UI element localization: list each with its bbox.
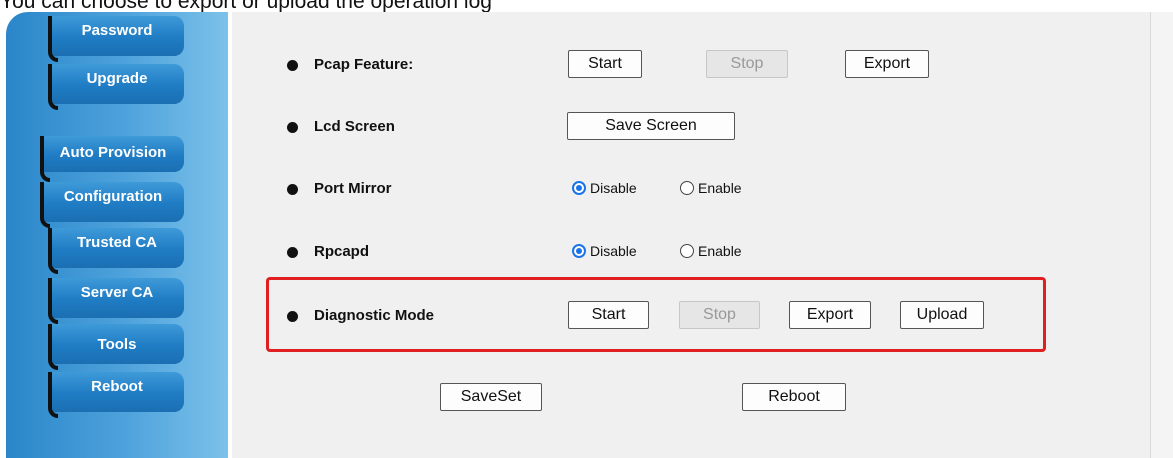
sidebar-item-reboot[interactable]: Reboot — [48, 372, 184, 418]
sidebar-item-auto-provision[interactable]: Auto Provision — [40, 136, 184, 182]
pcap-export-button[interactable]: Export — [845, 50, 929, 78]
rpcapd-enable-radio[interactable] — [680, 244, 694, 258]
port-mirror-disable-option[interactable]: Disable — [572, 180, 637, 196]
rpcapd-disable-option[interactable]: Disable — [572, 243, 637, 259]
sidebar: Password Upgrade Auto Provision Configur… — [6, 12, 228, 458]
sidebar-item-tools[interactable]: Tools — [48, 324, 184, 370]
lcd-screen-label: Lcd Screen — [314, 118, 395, 135]
reboot-button[interactable]: Reboot — [742, 383, 846, 411]
port-mirror-disable-radio[interactable] — [572, 181, 586, 195]
lcd-screen-row: Lcd Screen Save Screen — [232, 112, 1132, 142]
rpcapd-label: Rpcapd — [314, 243, 370, 260]
sidebar-item-upgrade[interactable]: Upgrade — [48, 64, 184, 110]
save-screen-button[interactable]: Save Screen — [567, 112, 735, 140]
port-mirror-row: Port Mirror Disable Enable — [232, 174, 1132, 204]
port-mirror-disable-label: Disable — [590, 180, 637, 196]
sidebar-item-password[interactable]: Password — [48, 16, 184, 62]
saveset-button[interactable]: SaveSet — [440, 383, 542, 411]
tools-panel: Pcap Feature: Start Stop Export Lcd Scre… — [232, 12, 1150, 458]
port-mirror-enable-label: Enable — [698, 180, 742, 196]
pcap-feature-label: Pcap Feature: — [314, 56, 414, 73]
bullet-icon — [287, 122, 298, 133]
rpcapd-disable-label: Disable — [590, 243, 637, 259]
rpcapd-enable-option[interactable]: Enable — [680, 243, 742, 259]
pcap-start-button[interactable]: Start — [568, 50, 642, 78]
pcap-feature-row: Pcap Feature: Start Stop Export — [232, 50, 1132, 80]
sidebar-item-trusted-ca[interactable]: Trusted CA — [48, 228, 184, 274]
rpcapd-enable-label: Enable — [698, 243, 742, 259]
bullet-icon — [287, 60, 298, 71]
rpcapd-row: Rpcapd Disable Enable — [232, 237, 1132, 267]
bullet-icon — [287, 184, 298, 195]
highlight-box — [266, 277, 1046, 352]
pcap-stop-button[interactable]: Stop — [706, 50, 788, 78]
sidebar-item-server-ca[interactable]: Server CA — [48, 278, 184, 324]
sidebar-item-configuration[interactable]: Configuration — [40, 182, 184, 228]
port-mirror-enable-radio[interactable] — [680, 181, 694, 195]
rpcapd-disable-radio[interactable] — [572, 244, 586, 258]
bullet-icon — [287, 247, 298, 258]
port-mirror-label: Port Mirror — [314, 180, 392, 197]
scrollbar[interactable] — [1150, 12, 1173, 458]
port-mirror-enable-option[interactable]: Enable — [680, 180, 742, 196]
